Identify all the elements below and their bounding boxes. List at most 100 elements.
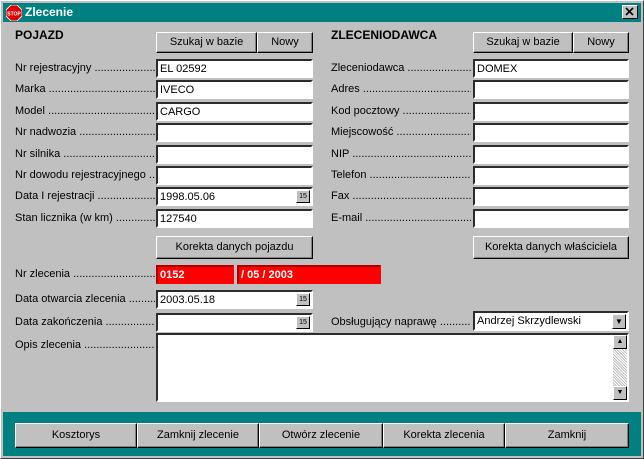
dots: ........................................… [352,190,471,202]
vehicle-label-row: Stan licznika (w km) ...................… [15,212,155,224]
vehicle-field-input[interactable]: CARGO [156,102,313,121]
vehicle-field-input[interactable]: IVECO [156,80,313,99]
open-date-label: Data otwarcia zlecenia [15,293,126,305]
close-icon [625,7,634,16]
client-field-input[interactable] [473,145,629,164]
vehicle-search-button[interactable]: Szukaj w bazie [156,32,257,53]
open-order-button[interactable]: Otwórz zlecenie [259,423,383,448]
window-title: Zlecenie [25,5,74,19]
client-field-label: Kod pocztowy [331,105,400,117]
handler-value: Andrzej Skrzydlewski [477,315,581,327]
dots: ........................................… [148,169,155,181]
vehicle-label-row: Marka ..................................… [15,83,155,95]
client-new-button[interactable]: Nowy [573,32,629,53]
client-search-button[interactable]: Szukaj w bazie [473,32,573,53]
vehicle-field-value: IVECO [160,84,195,96]
vehicle-section-title: POJAZD [15,28,64,42]
dots: ........................................… [63,148,155,160]
vehicle-field-label: Nr silnika [15,148,61,160]
desc-label-row: Opis zlecenia ..........................… [15,339,155,351]
client-field-input[interactable] [473,166,629,185]
client-label-row: Telefon ................................… [331,169,471,181]
dots: ........................................… [352,148,471,160]
client-field-input[interactable] [473,187,629,206]
vehicle-field-input[interactable]: EL 02592 [156,59,313,78]
client-field-input[interactable] [473,102,629,121]
dots: ........................................… [362,83,471,95]
vehicle-label-row: Data I rejestracji .....................… [15,190,155,202]
vehicle-field-input[interactable]: 1998.05.06 15 [156,187,313,206]
client-label-row: Kod pocztowy ...........................… [331,105,471,117]
vehicle-label-row: Nr nadwozia ............................… [15,126,155,138]
close-order-button[interactable]: Zamknij zlecenie [137,423,259,448]
vehicle-field-value: CARGO [160,106,201,118]
calendar-icon[interactable]: 15 [296,293,310,306]
calendar-icon[interactable]: 15 [296,316,310,329]
close-window-button[interactable]: Zamknij [505,423,629,448]
handler-select[interactable]: Andrzej Skrzydlewski ▼ [473,311,629,331]
vehicle-label-row: Nr dowodu rejestracyjnego ..............… [15,169,155,181]
vehicle-field-label: Nr rejestracyjny [15,62,92,74]
client-field-label: E-mail [331,212,363,224]
scroll-down-button[interactable]: ▼ [613,386,627,400]
client-field-value: DOMEX [477,63,518,75]
correct-order-button[interactable]: Korekta zlecenia [383,423,505,448]
scroll-up-button[interactable]: ▲ [613,335,627,349]
close-button[interactable] [622,5,638,19]
desc-label: Opis zlecenia [15,339,82,351]
title-bar: STOP Zlecenie [3,3,641,22]
vehicle-field-value: 127540 [160,213,197,225]
dots: ........................................… [48,83,155,95]
cost-estimate-button[interactable]: Kosztorys [15,423,137,448]
handler-label: Obsługujący naprawę [331,316,437,328]
vehicle-label-row: Nr silnika .............................… [15,148,155,160]
vehicle-label-row: Model ..................................… [15,105,155,117]
handler-label-row: Obsługujący naprawę ....................… [331,316,471,328]
vehicle-field-input[interactable] [156,123,313,142]
client-field-input[interactable] [473,80,629,99]
description-textarea[interactable]: ▲ ▼ [156,333,629,402]
client-label-row: Adres ..................................… [331,83,471,95]
client-label-row: E-mail .................................… [331,212,471,224]
vehicle-field-label: Marka [15,83,46,95]
vehicle-field-label: Stan licznika (w km) [15,212,113,224]
client-field-label: NIP [331,148,350,160]
dots: ........................................… [128,293,155,305]
order-number-label: Nr zlecenia [15,268,71,280]
order-number-field: 0152 [156,265,234,284]
client-label-row: Fax ....................................… [331,190,471,202]
vertical-scrollbar[interactable]: ▲ ▼ [613,335,627,400]
client-field-input[interactable] [473,123,629,142]
open-date-label-row: Data otwarcia zlecenia .................… [15,293,155,305]
vehicle-field-label: Data I rejestracji [15,190,95,202]
client-label-row: Miejscowość ............................… [331,126,471,138]
calendar-icon[interactable]: 15 [296,190,310,203]
open-date-value: 2003.05.18 [160,294,216,306]
close-date-label-row: Data zakończenia .......................… [15,316,155,328]
dots: ........................................… [84,339,155,351]
client-label-row: NIP ....................................… [331,148,471,160]
dots: ........................................… [97,190,155,202]
dots: ........................................… [396,126,471,138]
order-window: STOP Zlecenie POJAZD Szukaj w bazie Nowy… [0,0,644,459]
client-field-label: Adres [331,83,360,95]
vehicle-field-input[interactable] [156,145,313,164]
order-number-suffix: / 05 / 2003 [237,265,381,284]
vehicle-correct-button[interactable]: Korekta danych pojazdu [156,236,313,259]
client-field-input[interactable] [473,209,629,228]
dots: ........................................… [407,62,471,74]
dots: ........................................… [365,212,471,224]
vehicle-new-button[interactable]: Nowy [257,32,313,53]
close-date-field[interactable]: . . 15 [156,313,313,332]
dots: ........................................… [79,126,155,138]
client-field-input[interactable]: DOMEX [473,59,629,78]
chevron-down-icon[interactable]: ▼ [612,314,626,329]
dots: ........................................… [94,62,155,74]
client-correct-button[interactable]: Korekta danych właściciela [473,236,629,259]
client-field-label: Fax [331,190,350,202]
svg-text:STOP: STOP [7,12,21,18]
vehicle-field-input[interactable] [156,166,313,185]
dots: ........................................… [48,105,155,117]
vehicle-field-input[interactable]: 127540 [156,209,313,228]
open-date-field[interactable]: 2003.05.18 15 [156,290,313,309]
